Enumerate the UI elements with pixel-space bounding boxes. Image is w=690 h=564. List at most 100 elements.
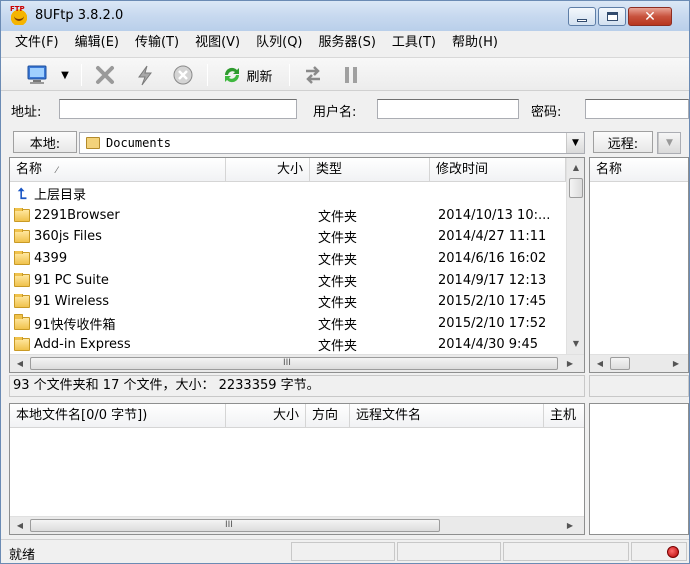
row-name: 360js Files bbox=[34, 229, 102, 245]
horizontal-scroll-thumb[interactable] bbox=[610, 357, 630, 370]
remote-path-dropdown[interactable]: ▼ bbox=[658, 133, 680, 153]
queue-col-direction[interactable]: 方向 bbox=[306, 404, 350, 428]
scroll-up-icon[interactable]: ▲ bbox=[568, 160, 584, 176]
cancel-icon bbox=[173, 65, 193, 85]
local-list-header: 名称 ⁄ 大小 类型 修改时间 bbox=[10, 158, 566, 182]
row-modified: 2014/4/27 11:11 bbox=[438, 229, 547, 245]
scroll-right-icon[interactable]: ▶ bbox=[668, 356, 684, 372]
chevron-down-icon: ▼ bbox=[666, 138, 673, 148]
address-input[interactable] bbox=[59, 99, 297, 119]
remote-path-bar: 远程: ▼ bbox=[589, 129, 689, 157]
local-vertical-scrollbar[interactable]: ▲ ▼ bbox=[566, 158, 584, 354]
row-name: 2291Browser bbox=[34, 207, 120, 223]
app-window: FTP 8UFtp 3.8.2.0 ✕ 文件(F) 编辑(E) 传输(T) 视图… bbox=[0, 0, 690, 564]
local-horizontal-scrollbar[interactable]: ◀ III ▶ bbox=[10, 354, 584, 372]
scroll-grip: III bbox=[283, 358, 291, 368]
menu-help[interactable]: 帮助(H) bbox=[444, 31, 506, 55]
menu-transfer[interactable]: 传输(T) bbox=[127, 31, 187, 55]
menu-server[interactable]: 服务器(S) bbox=[311, 31, 384, 55]
scroll-right-icon[interactable]: ▶ bbox=[562, 356, 578, 372]
maximize-button[interactable] bbox=[598, 7, 626, 26]
local-path-dropdown[interactable]: ▼ bbox=[566, 133, 584, 153]
vertical-scroll-thumb[interactable] bbox=[569, 178, 583, 198]
menu-file[interactable]: 文件(F) bbox=[1, 31, 67, 55]
row-type: 文件夹 bbox=[318, 231, 358, 247]
col-modified[interactable]: 修改时间 bbox=[430, 158, 566, 182]
documents-folder-icon bbox=[86, 137, 100, 149]
folder-icon bbox=[14, 207, 30, 222]
scroll-down-icon[interactable]: ▼ bbox=[568, 336, 584, 352]
status-cell bbox=[397, 542, 501, 561]
folder-icon bbox=[14, 229, 30, 244]
local-file-list[interactable]: 名称 ⁄ 大小 类型 修改时间 ⮤ 上层目录 2291Browser 文件夹 201… bbox=[9, 157, 585, 373]
scroll-left-icon[interactable]: ◀ bbox=[12, 518, 28, 534]
username-label: 用户名: bbox=[313, 105, 357, 120]
remote-horizontal-scrollbar[interactable]: ◀ ▶ bbox=[590, 354, 688, 372]
close-button[interactable]: ✕ bbox=[628, 7, 672, 26]
transfer-icon bbox=[306, 66, 320, 84]
app-logo-smile bbox=[14, 15, 24, 21]
folder-row[interactable]: 91 Wireless 文件夹 2015/2/10 17:45 bbox=[10, 291, 566, 313]
col-size[interactable]: 大小 bbox=[226, 158, 310, 182]
remote-tab[interactable]: 远程: bbox=[593, 131, 653, 153]
quick-connect-icon bbox=[138, 65, 152, 86]
queue-col-host[interactable]: 主机 bbox=[544, 404, 584, 428]
password-input[interactable] bbox=[585, 99, 689, 119]
username-input[interactable] bbox=[377, 99, 519, 119]
menu-bar: 文件(F) 编辑(E) 传输(T) 视图(V) 队列(Q) 服务器(S) 工具(… bbox=[1, 31, 689, 55]
window-title: 8UFtp 3.8.2.0 bbox=[35, 8, 124, 23]
remote-path-combo[interactable]: ▼ bbox=[657, 132, 681, 154]
cancel-button[interactable] bbox=[169, 62, 197, 88]
queue-col-local-name[interactable]: 本地文件名[0/0 字节]) bbox=[10, 404, 226, 428]
disconnect-button[interactable] bbox=[91, 62, 119, 88]
folder-icon bbox=[14, 272, 30, 287]
row-name: 上层目录 bbox=[34, 188, 87, 204]
folder-row[interactable]: 91快传收件箱 文件夹 2015/2/10 17:52 bbox=[10, 313, 566, 335]
queue-col-remote-name[interactable]: 远程文件名 bbox=[350, 404, 544, 428]
quick-connect-button[interactable] bbox=[131, 62, 159, 88]
remote-col-name[interactable]: 名称 bbox=[590, 158, 688, 182]
col-name-label: 名称 bbox=[16, 162, 43, 177]
minimize-button[interactable] bbox=[568, 7, 596, 26]
scroll-left-icon[interactable]: ◀ bbox=[12, 356, 28, 372]
menu-queue[interactable]: 队列(Q) bbox=[248, 31, 310, 55]
local-path-combo[interactable]: Documents ▼ bbox=[79, 132, 585, 154]
connect-icon bbox=[27, 65, 47, 84]
queue-horizontal-scrollbar[interactable]: ◀ III ▶ bbox=[10, 516, 584, 534]
disconnect-icon bbox=[96, 66, 114, 84]
local-rows: ⮤ 上层目录 2291Browser 文件夹 2014/10/13 10:... … bbox=[10, 183, 566, 356]
menu-view[interactable]: 视图(V) bbox=[187, 31, 248, 55]
folder-row[interactable]: Add-in Express 文件夹 2014/4/30 9:45 bbox=[10, 334, 566, 356]
transfer-queue-list[interactable]: 本地文件名[0/0 字节]) 大小 方向 远程文件名 主机 ◀ III ▶ bbox=[9, 403, 585, 535]
pause-button[interactable] bbox=[337, 62, 365, 88]
folder-row[interactable]: 360js Files 文件夹 2014/4/27 11:11 bbox=[10, 226, 566, 248]
queue-col-size[interactable]: 大小 bbox=[226, 404, 306, 428]
status-cell bbox=[291, 542, 395, 561]
folder-row[interactable]: 2291Browser 文件夹 2014/10/13 10:... bbox=[10, 205, 566, 227]
menu-tools[interactable]: 工具(T) bbox=[384, 31, 444, 55]
scroll-left-icon[interactable]: ◀ bbox=[592, 356, 608, 372]
remote-file-list[interactable]: 名称 ◀ ▶ bbox=[589, 157, 689, 373]
parent-directory-row[interactable]: ⮤ 上层目录 bbox=[10, 183, 566, 205]
title-bar[interactable]: FTP 8UFtp 3.8.2.0 ✕ bbox=[1, 1, 689, 31]
refresh-button[interactable]: 刷新 bbox=[215, 62, 279, 88]
folder-row[interactable]: 4399 文件夹 2014/6/16 16:02 bbox=[10, 248, 566, 270]
col-name[interactable]: 名称 ⁄ bbox=[10, 158, 226, 182]
row-type: 文件夹 bbox=[318, 296, 358, 312]
status-text: 就绪 bbox=[9, 548, 36, 563]
connect-dropdown-button[interactable]: ▼ bbox=[57, 62, 73, 88]
horizontal-scroll-thumb[interactable]: III bbox=[30, 357, 558, 370]
menu-edit[interactable]: 编辑(E) bbox=[67, 31, 127, 55]
row-type: 文件夹 bbox=[318, 209, 358, 225]
scroll-right-icon[interactable]: ▶ bbox=[562, 518, 578, 534]
connect-button[interactable] bbox=[23, 62, 53, 88]
col-type[interactable]: 类型 bbox=[310, 158, 430, 182]
transfer-button[interactable] bbox=[299, 62, 327, 88]
folder-row[interactable]: 91 PC Suite 文件夹 2014/9/17 12:13 bbox=[10, 269, 566, 291]
local-tab[interactable]: 本地: bbox=[13, 131, 77, 153]
row-name: 4399 bbox=[34, 251, 68, 267]
horizontal-scroll-thumb[interactable]: III bbox=[30, 519, 440, 532]
maximize-icon bbox=[606, 12, 618, 21]
remote-summary bbox=[589, 375, 689, 397]
refresh-icon bbox=[225, 67, 240, 83]
